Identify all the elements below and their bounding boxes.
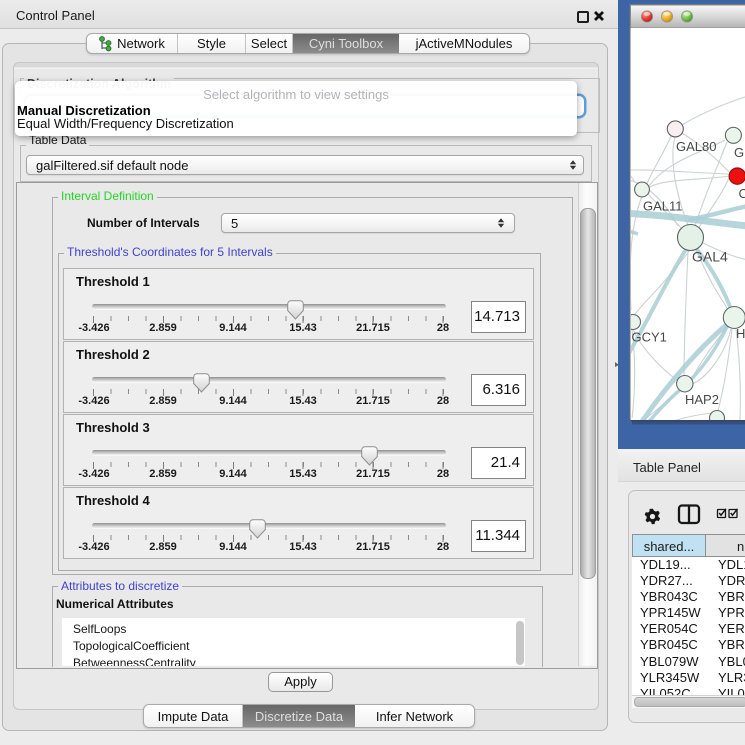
svg-text:H: H <box>736 326 745 341</box>
svg-text:GAL4: GAL4 <box>692 249 728 265</box>
svg-text:GCY1: GCY1 <box>632 330 667 345</box>
svg-text:GAL80: GAL80 <box>676 139 716 154</box>
svg-text:C: C <box>739 186 745 201</box>
svg-text:GAL11: GAL11 <box>643 199 683 214</box>
svg-text:HAP2: HAP2 <box>685 392 719 407</box>
svg-text:G.: G. <box>734 145 745 160</box>
